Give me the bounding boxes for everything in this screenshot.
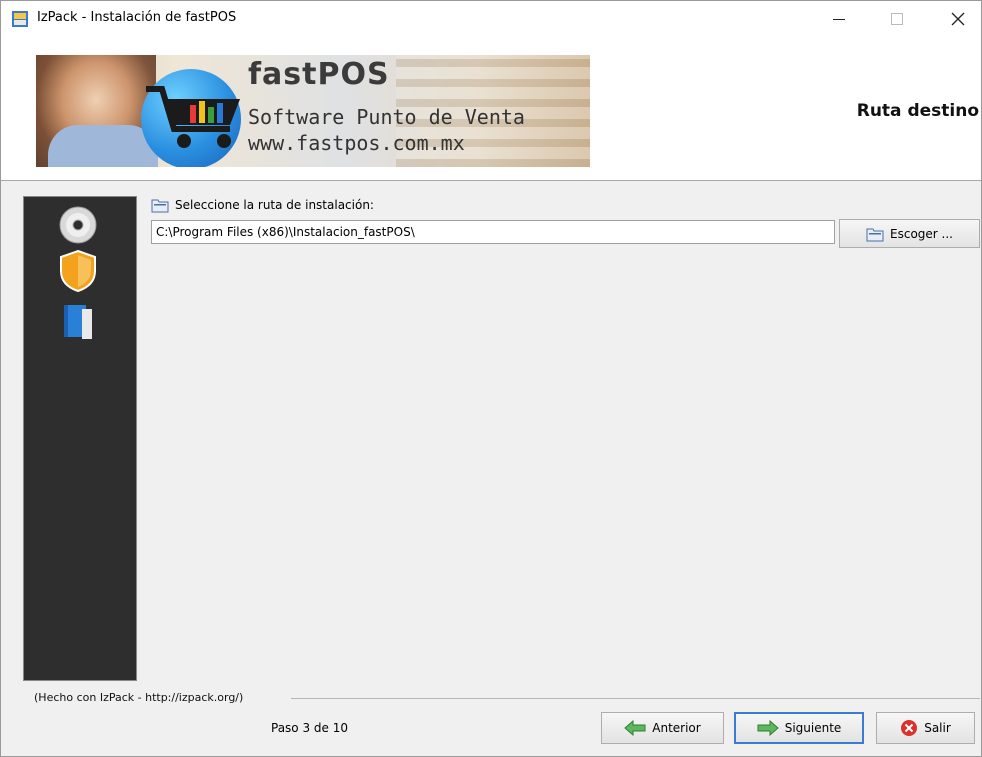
footer-divider [291, 698, 980, 699]
exit-button[interactable]: Salir [876, 712, 975, 744]
maximize-icon [891, 13, 903, 25]
installer-window: IzPack - Instalación de fastPOS fastPOS … [0, 0, 982, 757]
close-circle-icon [901, 720, 918, 736]
cart-icon [146, 86, 240, 148]
title-bar[interactable]: IzPack - Instalación de fastPOS [1, 1, 981, 37]
minimize-button[interactable] [816, 1, 862, 37]
cd-icon [59, 206, 97, 244]
previous-button[interactable]: Anterior [601, 712, 724, 744]
exit-button-label: Salir [924, 721, 951, 735]
installer-header: fastPOS Software Punto de Venta www.fast… [1, 37, 981, 181]
next-button[interactable]: Siguiente [734, 712, 864, 744]
window-title: IzPack - Instalación de fastPOS [37, 10, 237, 25]
brand-name: fastPOS [248, 57, 390, 92]
maximize-button[interactable] [874, 1, 920, 37]
step-indicator: Paso 3 de 10 [271, 721, 348, 735]
minimize-icon [833, 18, 845, 20]
fastpos-banner: fastPOS Software Punto de Venta www.fast… [36, 55, 590, 167]
folder-icon [151, 199, 169, 213]
book-icon [64, 305, 92, 339]
install-path-input[interactable]: C:\Program Files (x86)\Instalacion_fastP… [151, 220, 835, 244]
arrow-right-icon [757, 720, 779, 736]
shield-icon [60, 249, 96, 293]
path-label: Seleccione la ruta de instalación: [175, 198, 374, 212]
brand-subtitle: Software Punto de Venta [248, 105, 525, 129]
previous-button-label: Anterior [652, 721, 701, 735]
brand-url: www.fastpos.com.mx [248, 131, 465, 155]
panel-title: Ruta destino [856, 101, 979, 121]
made-with-text: (Hecho con IzPack - http://izpack.org/) [34, 691, 244, 704]
installer-icon [12, 11, 28, 27]
close-icon [951, 12, 965, 26]
next-button-label: Siguiente [784, 721, 842, 735]
banner-photo-shirt [48, 125, 158, 167]
installer-sidebar [23, 196, 137, 681]
path-label-row: Seleccione la ruta de instalación: [151, 197, 374, 213]
choose-button-label: Escoger ... [890, 226, 953, 241]
folder-icon [866, 228, 884, 241]
close-button[interactable] [935, 1, 981, 37]
choose-button[interactable]: Escoger ... [839, 219, 980, 248]
arrow-left-icon [624, 720, 646, 736]
